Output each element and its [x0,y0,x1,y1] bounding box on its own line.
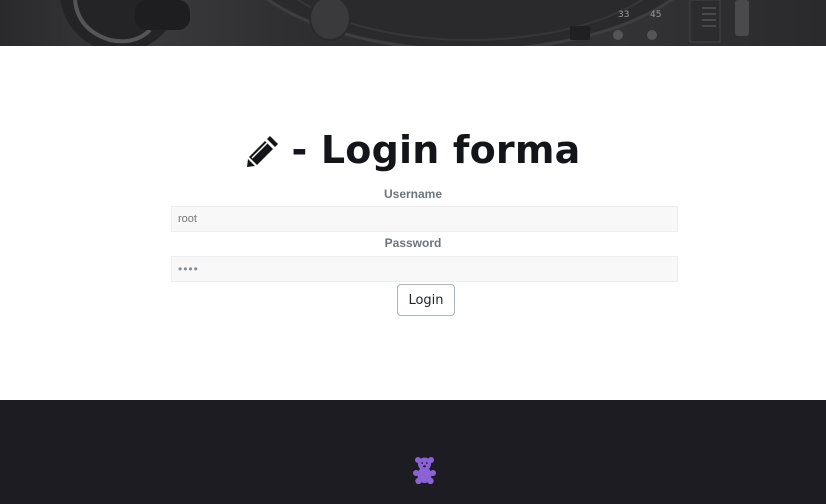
username-input[interactable] [171,206,678,232]
banner-image: 33 45 [60,0,749,46]
dial-number-33: 33 [618,10,629,20]
login-heading: - Login forma [0,126,826,174]
page-title: - Login forma [291,128,581,172]
dial-number-45: 45 [650,10,661,20]
username-label: Username [383,187,443,201]
login-button[interactable]: Login [397,284,455,316]
password-label: Password [384,236,442,250]
pencil-icon [245,132,281,168]
header-banner: 33 45 [0,0,826,46]
teddy-bear-icon [413,456,436,485]
password-input[interactable]: •••• [171,256,678,282]
footer [0,400,826,504]
